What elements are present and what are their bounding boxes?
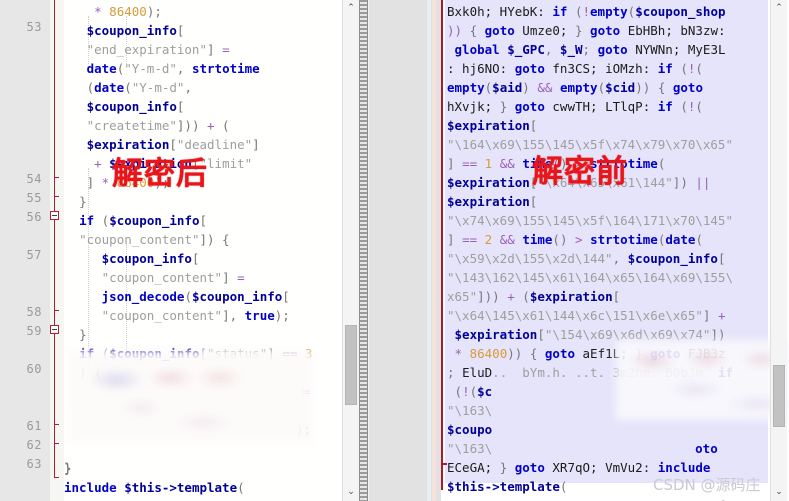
code-line: : hj6NO: goto fn3CS; iOMzh: if (!( <box>447 61 703 76</box>
line-number: 63 <box>26 457 42 471</box>
line-number: 53 <box>26 20 42 34</box>
code-line: "\x59\x2d\155\x2d\144", $coupon_info[ <box>447 251 726 266</box>
fold-tick <box>54 196 59 197</box>
code-line: } <box>79 327 87 342</box>
code-line: ; EluD.. bYm.h. ..t. 3m2hm. B0bJm. if <box>447 365 734 380</box>
code-line: Bxk0h; HYebK: if (!empty($coupon_shop <box>447 4 726 19</box>
code-line: "\163\ oto <box>447 441 718 456</box>
fold-tick <box>54 424 59 425</box>
code-line: ); <box>296 422 312 437</box>
code-line: global $_GPC, $_W; goto NYWNn; MyE3L <box>454 42 726 57</box>
line-number: 54 <box>26 172 42 186</box>
code-line: hXvjk; } goto cwwTH; LTlqP: if (!( <box>447 99 703 114</box>
code-line: "coupon_content"] = <box>101 270 245 285</box>
code-line: $coupon_info[ <box>86 99 185 114</box>
code-line: * 86400)) { goto aEf1L; } goto FJB3z <box>454 346 726 361</box>
code-line: "coupon_content"], true); <box>101 308 290 323</box>
code-line: ] == 2 && time() > strtotime(date( <box>447 232 703 247</box>
annotation-before-decryption: 解密前 <box>532 154 628 190</box>
code-line: if ($coupon_info[ <box>79 213 208 228</box>
fold-toggle-line-56[interactable] <box>50 211 59 220</box>
right-editor-pane: Bxk0h; HYebK: if (!empty($coupon_shop ))… <box>441 0 789 501</box>
line-number: 55 <box>26 191 42 205</box>
line-number: 61 <box>26 419 42 433</box>
left-editor-pane: 53 54 55 56 57 58 59 60 61 62 63 * 86400… <box>0 0 358 501</box>
fold-guide-line <box>54 0 55 478</box>
scroll-up-arrow-icon[interactable]: ⌃ <box>343 0 359 17</box>
fold-tick <box>54 443 59 444</box>
code-line: "createtime"])) + ( <box>86 118 230 133</box>
code-line: date("Y-m-d", strtotime <box>86 61 260 76</box>
code-line: "\x61\x63\164\151\x76\x69\x74\x79\x5f\ <box>447 496 733 501</box>
scroll-up-arrow-icon[interactable]: ⌃ <box>771 0 787 17</box>
right-code-text-area[interactable]: Bxk0h; HYebK: if (!empty($coupon_shop ))… <box>447 0 777 501</box>
code-line: "\x64\145\x61\144\x6c\151\x6e\x65"] + <box>447 308 726 323</box>
code-line: } <box>64 461 72 476</box>
code-line: json_decode($coupon_info[ <box>101 289 290 304</box>
fold-tick <box>54 177 59 178</box>
code-comparison-screenshot: 53 54 55 56 57 58 59 60 61 62 63 * 86400… <box>0 0 789 501</box>
annotation-after-decryption: 解密后 <box>112 156 208 192</box>
code-line: empty($aid) && empty($cid)) { goto <box>447 80 703 95</box>
gap-edge-accent <box>432 0 436 501</box>
code-line: "end_expiration"] = <box>86 42 230 57</box>
code-line: x65"])) + ($expiration[ <box>447 289 621 304</box>
code-line: "activity_coupon"); <box>64 497 207 501</box>
right-scrollbar-thumb[interactable] <box>773 365 785 427</box>
code-line: ) { <box>79 365 102 380</box>
code-line: $coupon_info[ <box>86 23 185 38</box>
code-line: (date("Y-m-d", <box>86 80 192 95</box>
code-line: = <box>302 384 310 399</box>
code-line: } <box>79 194 87 209</box>
left-code-text-area[interactable]: * 86400); $coupon_info[ "end_expiration"… <box>64 0 342 501</box>
code-line: $coupon_info[ <box>101 251 200 266</box>
left-line-number-gutter: 53 54 55 56 57 58 59 60 61 62 63 <box>0 0 50 501</box>
line-number: 62 <box>26 438 42 452</box>
code-line: "\143\162\145\x61\164\x65\164\x69\155\ <box>447 270 733 285</box>
right-fold-guide-line <box>441 0 443 490</box>
line-number: 56 <box>26 210 42 224</box>
left-scrollbar-thumb[interactable] <box>345 325 357 405</box>
fold-region-end <box>54 471 59 478</box>
inter-pane-gap <box>369 0 441 501</box>
code-line: if ($coupon_info["status"] == 3 <box>79 346 313 361</box>
left-code-folding-column <box>50 0 64 501</box>
right-editor-scrollbar[interactable]: ⌃ ⌄ <box>770 0 787 501</box>
code-line: * 86400); <box>94 4 162 19</box>
gap-edge-highlight <box>427 0 431 501</box>
fold-tick <box>54 310 59 311</box>
line-number: 57 <box>26 248 42 262</box>
line-number: 59 <box>26 324 42 338</box>
code-line: "\163\ <box>447 403 493 418</box>
code-line: $this->template( <box>447 479 568 494</box>
code-line: $expiration[ <box>447 118 538 133</box>
code-line: $expiration["\154\x69\x6d\x69\x74"]) <box>454 327 726 342</box>
code-line: $expiration[ <box>447 194 538 209</box>
code-line: )) { goto Umze0; } goto EbHBh; bN3zw: <box>447 23 726 38</box>
line-number: 60 <box>26 362 42 376</box>
pane-splitter-handle[interactable] <box>359 0 368 501</box>
code-line: "coupon_content"]) { <box>79 232 230 247</box>
csdn-watermark: CSDN @源码庄 <box>653 476 761 494</box>
scroll-down-arrow-icon[interactable]: ⌄ <box>343 484 359 501</box>
code-line: "\x74\x69\155\145\x5f\164\171\x70\145" <box>447 213 733 228</box>
code-line: $coupo <box>447 422 493 437</box>
fold-toggle-line-59[interactable] <box>50 325 59 334</box>
code-line: include $this->template( <box>64 480 245 495</box>
line-number: 58 <box>26 305 42 319</box>
scroll-down-arrow-icon[interactable]: ⌄ <box>771 484 787 501</box>
left-editor-scrollbar[interactable]: ⌃ ⌄ <box>342 0 359 501</box>
code-line: (!($c <box>454 384 493 399</box>
